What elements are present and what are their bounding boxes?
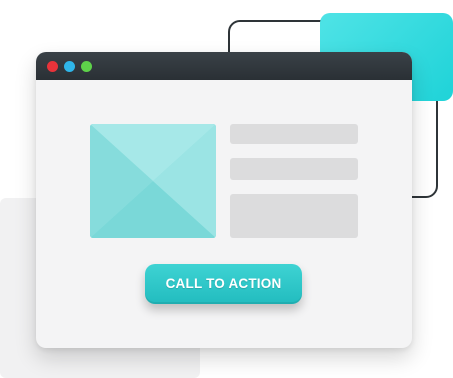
- browser-window: CALL TO ACTION: [36, 52, 412, 348]
- maximize-dot-icon[interactable]: [81, 61, 92, 72]
- minimize-dot-icon[interactable]: [64, 61, 75, 72]
- illustration-scene: CALL TO ACTION: [0, 0, 453, 378]
- window-title-bar: [36, 52, 412, 80]
- text-placeholder-line: [230, 158, 358, 180]
- close-dot-icon[interactable]: [47, 61, 58, 72]
- call-to-action-button[interactable]: CALL TO ACTION: [145, 264, 302, 304]
- text-placeholder-line: [230, 124, 358, 144]
- text-placeholder-block: [230, 194, 358, 238]
- image-placeholder-icon: [90, 124, 216, 238]
